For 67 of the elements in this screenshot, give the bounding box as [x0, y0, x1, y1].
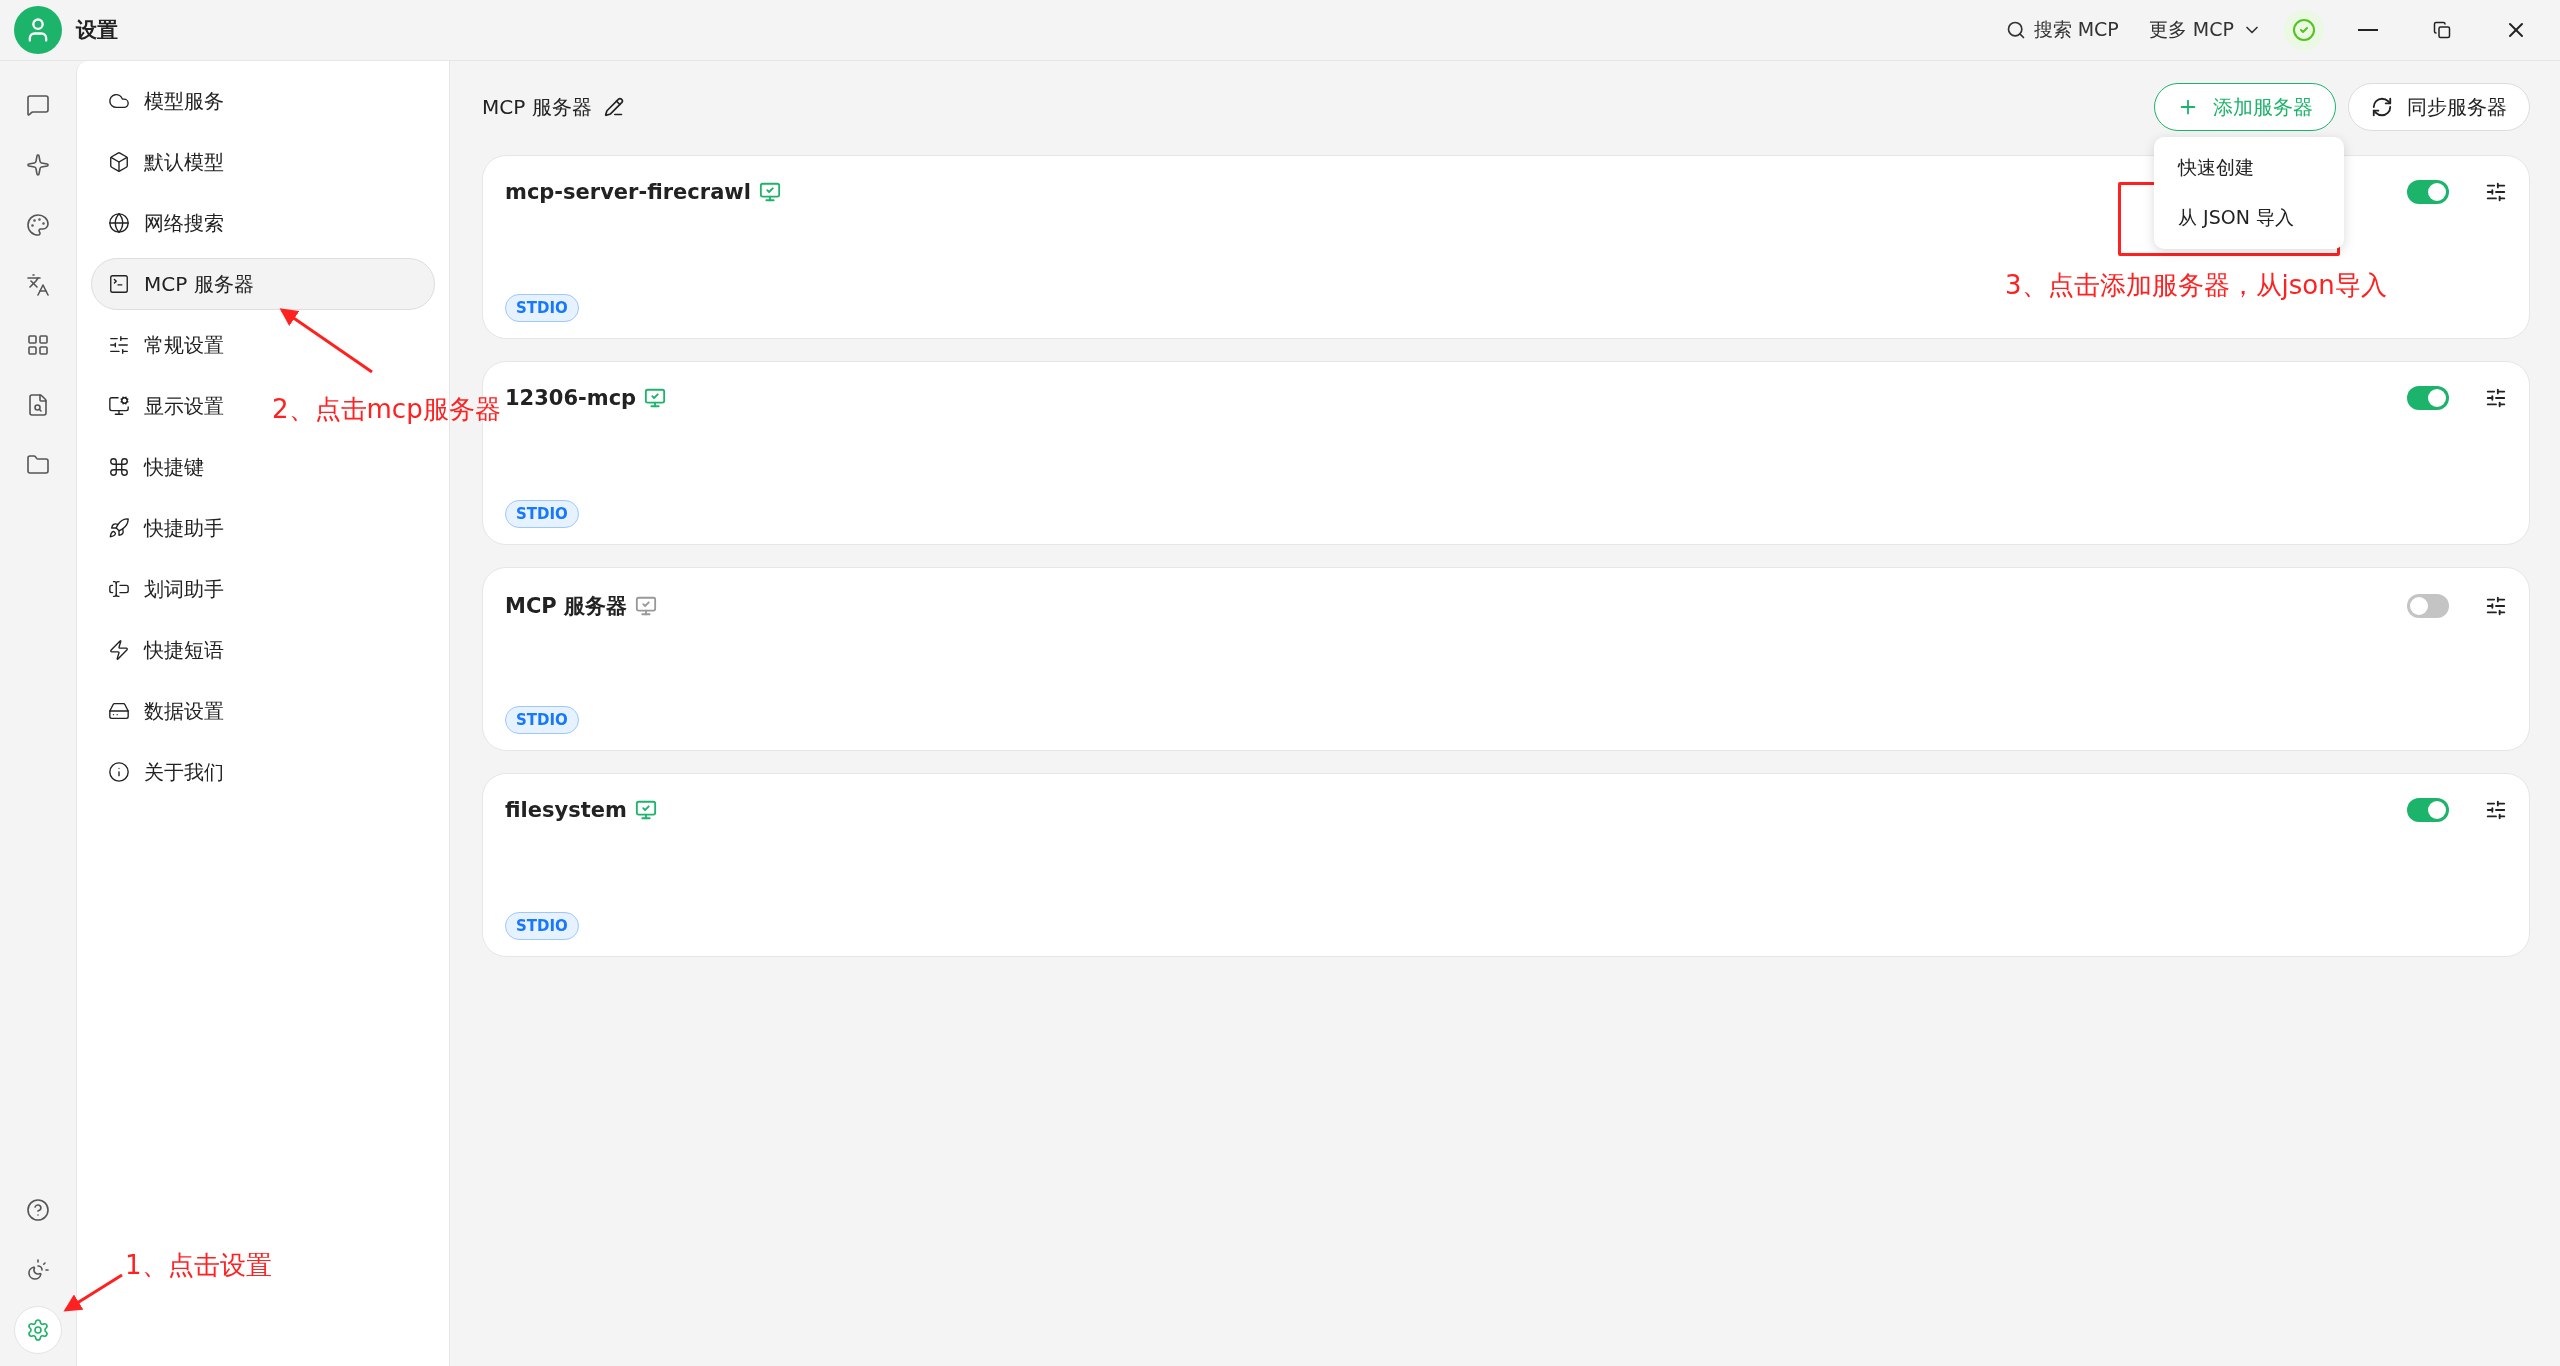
sliders-icon — [108, 334, 130, 356]
transport-tag: STDIO — [505, 912, 579, 940]
edit-icon[interactable] — [603, 97, 624, 117]
search-icon — [2005, 20, 2026, 40]
toggle-switch[interactable] — [2407, 180, 2449, 204]
dropdown-item[interactable]: 从 JSON 导入 — [2154, 193, 2344, 243]
server-name: mcp-server-firecrawl — [505, 180, 751, 204]
server-name: 12306-mcp — [505, 386, 637, 410]
sparkle-icon — [26, 153, 50, 177]
translate-icon — [26, 273, 50, 297]
folder-icon — [26, 453, 50, 477]
monitor-icon — [108, 395, 130, 417]
command-icon — [108, 456, 130, 478]
minimize-icon — [2358, 29, 2378, 31]
server-name: MCP 服务器 — [505, 593, 627, 620]
chat-icon — [26, 93, 50, 117]
dropdown-item[interactable]: 快速创建 — [2154, 143, 2344, 193]
rocket-icon — [108, 517, 130, 539]
settings-menu-item[interactable]: 划词助手 — [91, 563, 241, 615]
settings-icon — [26, 1318, 50, 1342]
toggle-switch[interactable] — [2407, 386, 2449, 410]
info-icon — [108, 761, 130, 783]
settings-menu-item[interactable]: 默认模型 — [91, 136, 241, 188]
settings-menu-item[interactable]: 数据设置 — [91, 685, 241, 737]
grid-icon — [26, 333, 50, 357]
settings-menu-item[interactable]: 网络搜索 — [91, 197, 241, 249]
sun-moon-icon — [26, 1258, 50, 1282]
toggle-switch[interactable] — [2407, 798, 2449, 822]
page-title: MCP 服务器 — [482, 93, 592, 121]
transport-tag: STDIO — [505, 706, 579, 734]
palette-icon — [26, 213, 50, 237]
annotation-arrow — [63, 1273, 123, 1312]
globe-icon — [108, 212, 130, 234]
settings-menu-item[interactable]: 显示设置 — [91, 380, 241, 432]
annotation-text: 2、点击mcp服务器 — [272, 393, 501, 426]
drive-icon — [108, 700, 130, 722]
file-search-icon — [26, 393, 50, 417]
annotation-text: 3、点击添加服务器，从json导入 — [2005, 269, 2387, 302]
cube-icon — [108, 151, 130, 173]
settings-menu-item[interactable]: MCP 服务器 — [91, 258, 435, 310]
sync-server-button[interactable]: 同步服务器 — [2348, 83, 2530, 131]
settings-menu-item[interactable]: 快捷助手 — [91, 502, 241, 554]
settings-sliders-icon[interactable] — [2485, 181, 2507, 203]
settings-menu-item[interactable]: 快捷键 — [91, 441, 221, 493]
text-cursor-icon — [108, 578, 130, 600]
terminal-icon — [108, 273, 130, 295]
window-title: 设置 — [76, 17, 119, 44]
settings-menu-item[interactable]: 关于我们 — [91, 746, 241, 798]
user-avatar[interactable] — [14, 6, 62, 54]
annotation-text: 1、点击设置 — [125, 1249, 272, 1282]
settings-sliders-icon[interactable] — [2485, 799, 2507, 821]
restore-icon — [2433, 21, 2451, 39]
lightning-icon — [108, 639, 130, 661]
transport-tag: STDIO — [505, 294, 579, 322]
settings-sliders-icon[interactable] — [2485, 387, 2507, 409]
transport-tag: STDIO — [505, 500, 579, 528]
search-button[interactable]: 搜索 MCP — [1997, 11, 2127, 49]
refresh-icon — [2371, 96, 2393, 118]
more-dropdown[interactable]: 更多 MCP — [2140, 11, 2270, 49]
settings-menu-item[interactable]: 常规设置 — [91, 319, 241, 371]
settings-menu-item[interactable]: 快捷短语 — [91, 624, 241, 676]
toggle-switch[interactable] — [2407, 594, 2449, 618]
server-name: filesystem — [505, 798, 627, 822]
help-icon — [26, 1198, 50, 1222]
settings-menu-item[interactable]: 模型服务 — [91, 75, 241, 127]
settings-sliders-icon[interactable] — [2485, 595, 2507, 617]
status-check-icon[interactable] — [2284, 10, 2324, 50]
